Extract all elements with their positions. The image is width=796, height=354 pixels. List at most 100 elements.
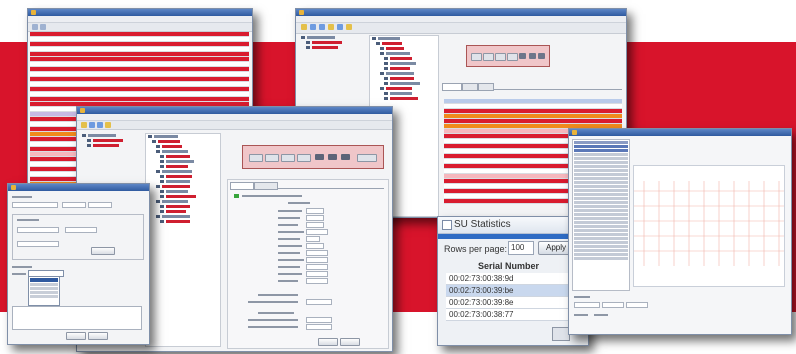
window-menubar[interactable] xyxy=(296,16,626,23)
toolbar-button[interactable] xyxy=(328,24,334,30)
nav-button[interactable] xyxy=(495,53,506,61)
dropdown-option[interactable] xyxy=(30,283,58,286)
nav-button[interactable] xyxy=(341,154,350,160)
select-field[interactable] xyxy=(306,299,332,305)
window-titlebar xyxy=(8,184,149,191)
rows-per-page-input[interactable]: 100 xyxy=(508,241,534,255)
toolbar-button[interactable] xyxy=(89,122,95,128)
text-field[interactable] xyxy=(306,222,324,228)
dropdown-option[interactable] xyxy=(30,295,58,298)
window-titlebar xyxy=(296,9,626,16)
tab[interactable] xyxy=(462,83,478,91)
toolbar-button[interactable] xyxy=(32,24,38,30)
graph-footer xyxy=(572,294,786,328)
nav-button[interactable] xyxy=(328,154,337,160)
text-field[interactable] xyxy=(306,229,328,235)
window-toolbar xyxy=(77,121,392,130)
text-field[interactable] xyxy=(306,271,328,277)
toolbar-button[interactable] xyxy=(337,24,343,30)
window-menubar[interactable] xyxy=(28,16,252,23)
list-item[interactable]: 00:02:73:00:39:be xyxy=(446,285,580,297)
select-field[interactable] xyxy=(306,324,332,330)
nav-button[interactable] xyxy=(315,154,324,160)
nav-button[interactable] xyxy=(297,154,311,162)
su-statistics-window: SU Statistics Rows per page: 100 Apply S… xyxy=(437,216,589,346)
dropdown-options xyxy=(28,276,60,306)
dropdown-option[interactable] xyxy=(30,291,58,294)
properties-form xyxy=(227,179,389,349)
text-field[interactable] xyxy=(62,202,86,208)
text-field[interactable] xyxy=(306,257,328,263)
tab[interactable] xyxy=(478,83,494,91)
toolbar-button[interactable] xyxy=(97,122,103,128)
nav-button[interactable] xyxy=(538,53,545,59)
app-icon xyxy=(299,10,304,15)
toolbar-button[interactable] xyxy=(346,24,352,30)
ok-button[interactable] xyxy=(66,332,86,340)
text-field[interactable] xyxy=(306,208,324,214)
text-field[interactable] xyxy=(17,227,59,233)
folder-icon xyxy=(306,46,310,49)
select-field[interactable] xyxy=(626,302,648,308)
app-icon xyxy=(572,130,577,135)
nav-button[interactable] xyxy=(483,53,494,61)
performance-graph-window xyxy=(568,128,792,335)
text-field[interactable] xyxy=(12,202,58,208)
text-field[interactable] xyxy=(88,202,112,208)
text-field[interactable] xyxy=(306,215,324,221)
tree-item[interactable] xyxy=(81,143,141,148)
window-menubar[interactable] xyxy=(77,114,392,121)
toolbar-button[interactable] xyxy=(81,122,87,128)
dropdown-option[interactable] xyxy=(30,287,58,290)
select-field[interactable] xyxy=(574,302,600,308)
nav-button[interactable] xyxy=(507,53,518,61)
rows-per-page-label: Rows per page: xyxy=(444,244,508,254)
toolbar-button[interactable] xyxy=(310,24,316,30)
cancel-button[interactable] xyxy=(340,338,360,346)
select-field[interactable] xyxy=(602,302,624,308)
folder-icon xyxy=(82,134,86,137)
notes-area[interactable] xyxy=(12,306,142,330)
tab[interactable] xyxy=(230,182,254,190)
text-field[interactable] xyxy=(306,264,328,270)
window-titlebar xyxy=(77,107,392,114)
text-field[interactable] xyxy=(65,227,97,233)
folder-icon xyxy=(87,139,91,142)
tab[interactable] xyxy=(442,83,462,91)
stats-blue-strip xyxy=(438,234,588,239)
toolbar-button[interactable] xyxy=(40,24,46,30)
dropdown-option[interactable] xyxy=(30,278,58,282)
text-field[interactable] xyxy=(306,278,328,284)
settings-group xyxy=(12,214,144,260)
text-field[interactable] xyxy=(306,243,324,249)
stats-title: SU Statistics xyxy=(454,219,511,230)
text-field[interactable] xyxy=(306,236,320,242)
select-field[interactable] xyxy=(306,317,332,323)
tab[interactable] xyxy=(254,182,278,190)
tree-item[interactable] xyxy=(370,96,438,101)
tab-strip xyxy=(442,83,622,91)
text-field[interactable] xyxy=(306,250,328,256)
nav-button[interactable] xyxy=(529,53,536,59)
nav-button[interactable] xyxy=(471,53,482,61)
tree-item[interactable] xyxy=(146,219,220,224)
add-button[interactable] xyxy=(91,247,115,255)
nav-button[interactable] xyxy=(249,154,263,162)
window-titlebar xyxy=(28,9,252,16)
ok-button[interactable] xyxy=(318,338,338,346)
folder-icon xyxy=(306,41,310,44)
nav-button[interactable] xyxy=(357,154,377,162)
cancel-button[interactable] xyxy=(88,332,108,340)
list-item[interactable]: 00:02:73:00:38:77 xyxy=(446,309,580,321)
nav-button[interactable] xyxy=(281,154,295,162)
toolbar-button[interactable] xyxy=(105,122,111,128)
nav-button[interactable] xyxy=(519,53,526,59)
list-item[interactable]: 00:02:73:00:39:8e xyxy=(446,297,580,309)
add-device-dialog xyxy=(7,183,150,345)
tree-item[interactable] xyxy=(300,45,364,50)
toolbar-button[interactable] xyxy=(319,24,325,30)
list-item[interactable]: 00:02:73:00:38:9d xyxy=(446,273,580,285)
toolbar-button[interactable] xyxy=(301,24,307,30)
text-field[interactable] xyxy=(17,241,59,247)
nav-button[interactable] xyxy=(265,154,279,162)
